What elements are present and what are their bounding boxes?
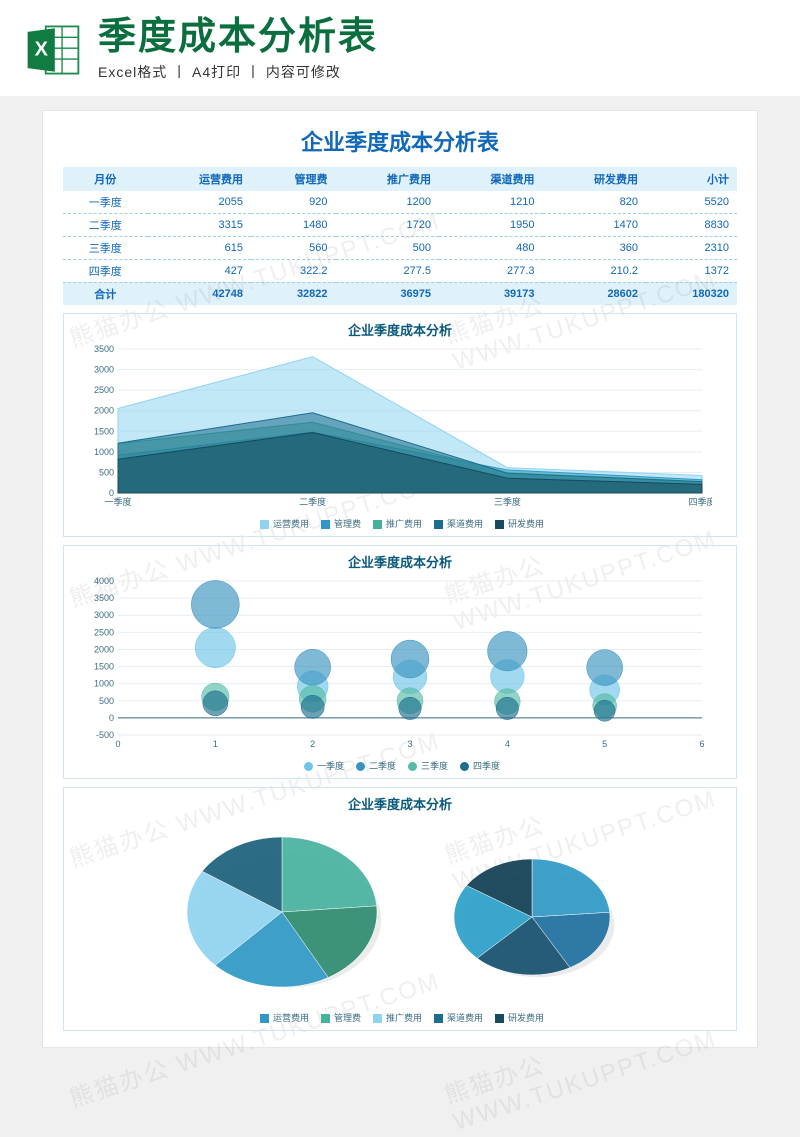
svg-text:3000: 3000 — [94, 364, 114, 374]
table-cell: 32822 — [251, 282, 336, 305]
chart-title: 企业季度成本分析 — [72, 794, 728, 813]
col-header: 运营费用 — [148, 167, 252, 191]
svg-text:4: 4 — [505, 739, 510, 749]
table-cell: 1480 — [251, 213, 336, 236]
table-cell: 三季度 — [63, 236, 148, 259]
table-cell: 合计 — [63, 282, 148, 305]
chart-legend: 运营费用管理费推广费用渠道费用研发费用 — [72, 517, 728, 530]
table-row: 四季度427322.2277.5277.3210.21372 — [63, 259, 737, 282]
area-chart: 企业季度成本分析 0500100015002000250030003500一季度… — [63, 313, 737, 537]
svg-text:1000: 1000 — [94, 447, 114, 457]
table-cell: 2310 — [646, 236, 737, 259]
table-cell: 8830 — [646, 213, 737, 236]
table-cell: 180320 — [646, 282, 737, 305]
svg-text:-500: -500 — [96, 730, 114, 740]
table-cell: 277.3 — [439, 259, 543, 282]
table-cell: 500 — [336, 236, 440, 259]
svg-text:500: 500 — [99, 696, 114, 706]
header-subtitle: Excel格式 丨 A4打印 丨 内容可修改 — [98, 62, 776, 82]
svg-text:3500: 3500 — [94, 593, 114, 603]
col-header: 推广费用 — [336, 167, 440, 191]
svg-text:1500: 1500 — [94, 426, 114, 436]
col-header: 渠道费用 — [439, 167, 543, 191]
table-cell: 615 — [148, 236, 252, 259]
svg-text:3000: 3000 — [94, 610, 114, 620]
document-preview: 企业季度成本分析表 月份 运营费用 管理费 推广费用 渠道费用 研发费用 小计 … — [42, 110, 758, 1048]
chart-title: 企业季度成本分析 — [72, 320, 728, 339]
svg-text:一季度: 一季度 — [104, 496, 131, 507]
svg-text:500: 500 — [99, 467, 114, 477]
table-cell: 560 — [251, 236, 336, 259]
table-cell: 820 — [543, 191, 647, 214]
table-row: 二季度331514801720195014708830 — [63, 213, 737, 236]
table-cell: 920 — [251, 191, 336, 214]
svg-text:4000: 4000 — [94, 576, 114, 586]
table-cell: 277.5 — [336, 259, 440, 282]
header-title: 季度成本分析表 — [98, 18, 776, 58]
table-cell: 210.2 — [543, 259, 647, 282]
table-cell: 1372 — [646, 259, 737, 282]
table-cell: 360 — [543, 236, 647, 259]
table-cell: 二季度 — [63, 213, 148, 236]
table-cell: 28602 — [543, 282, 647, 305]
chart-title: 企业季度成本分析 — [72, 552, 728, 571]
svg-text:2000: 2000 — [94, 406, 114, 416]
svg-text:3: 3 — [407, 739, 412, 749]
col-header: 管理费 — [251, 167, 336, 191]
table-total-row: 合计4274832822369753917328602180320 — [63, 282, 737, 305]
cost-table: 月份 运营费用 管理费 推广费用 渠道费用 研发费用 小计 一季度2055920… — [63, 167, 737, 305]
table-cell: 1210 — [439, 191, 543, 214]
svg-text:X: X — [35, 38, 49, 60]
table-cell: 3315 — [148, 213, 252, 236]
table-cell: 1720 — [336, 213, 440, 236]
table-cell: 427 — [148, 259, 252, 282]
excel-icon: X — [24, 21, 82, 79]
svg-text:6: 6 — [699, 739, 704, 749]
svg-text:2000: 2000 — [94, 644, 114, 654]
svg-text:1: 1 — [213, 739, 218, 749]
svg-text:三季度: 三季度 — [494, 496, 521, 507]
svg-text:2500: 2500 — [94, 627, 114, 637]
svg-text:1500: 1500 — [94, 661, 114, 671]
table-cell: 1470 — [543, 213, 647, 236]
template-header: X 季度成本分析表 Excel格式 丨 A4打印 丨 内容可修改 — [0, 0, 800, 96]
table-cell: 322.2 — [251, 259, 336, 282]
table-cell: 四季度 — [63, 259, 148, 282]
chart-legend: 运营费用管理费推广费用渠道费用研发费用 — [72, 1011, 728, 1024]
table-cell: 36975 — [336, 282, 440, 305]
svg-text:2: 2 — [310, 739, 315, 749]
svg-text:四季度: 四季度 — [688, 496, 712, 507]
table-cell: 一季度 — [63, 191, 148, 214]
col-header: 研发费用 — [543, 167, 647, 191]
svg-text:3500: 3500 — [94, 344, 114, 354]
table-cell: 39173 — [439, 282, 543, 305]
table-cell: 42748 — [148, 282, 252, 305]
table-cell: 1950 — [439, 213, 543, 236]
pie-chart: 企业季度成本分析 运营费用管理费推广费用渠道费用研发费用 — [63, 787, 737, 1031]
chart-legend: 一季度二季度三季度四季度 — [72, 759, 728, 772]
table-cell: 5520 — [646, 191, 737, 214]
svg-text:0: 0 — [115, 739, 120, 749]
table-cell: 2055 — [148, 191, 252, 214]
table-row: 三季度6155605004803602310 — [63, 236, 737, 259]
svg-text:二季度: 二季度 — [299, 496, 326, 507]
svg-text:5: 5 — [602, 739, 607, 749]
bubble-chart: 企业季度成本分析 -500050010001500200025003000350… — [63, 545, 737, 779]
col-header: 月份 — [63, 167, 148, 191]
col-header: 小计 — [646, 167, 737, 191]
table-cell: 1200 — [336, 191, 440, 214]
table-cell: 480 — [439, 236, 543, 259]
svg-text:0: 0 — [109, 713, 114, 723]
document-title: 企业季度成本分析表 — [63, 125, 737, 157]
table-row: 一季度2055920120012108205520 — [63, 191, 737, 214]
svg-text:2500: 2500 — [94, 385, 114, 395]
svg-text:1000: 1000 — [94, 679, 114, 689]
